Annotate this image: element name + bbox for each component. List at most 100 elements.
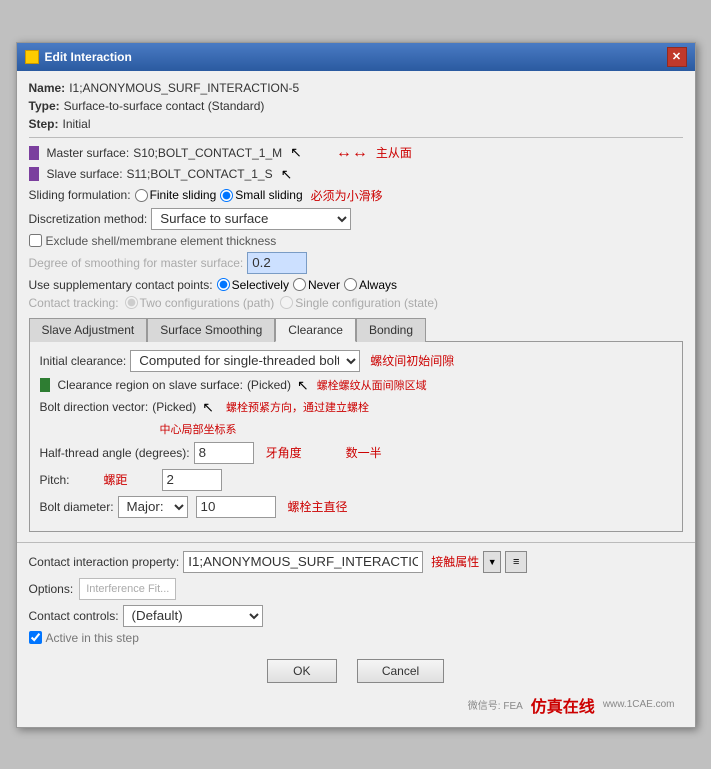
pitch-label: Pitch: — [40, 473, 70, 487]
always-option[interactable]: Always — [344, 278, 397, 292]
two-config-option: Two configurations (path) — [125, 296, 275, 310]
always-radio[interactable] — [344, 278, 357, 291]
never-option[interactable]: Never — [293, 278, 340, 292]
supplementary-label: Use supplementary contact points: — [29, 278, 213, 292]
bolt-direction-cursor[interactable]: ↖ — [202, 399, 214, 416]
active-step-checkbox[interactable] — [29, 631, 42, 644]
tabs-container: Slave Adjustment Surface Smoothing Clear… — [29, 318, 683, 342]
master-surface-label: Master surface: — [47, 146, 130, 160]
initial-clearance-annotation: 螺纹间初始间隙 — [370, 352, 454, 369]
supplementary-row: Use supplementary contact points: Select… — [29, 278, 683, 292]
exclude-checkbox[interactable] — [29, 234, 42, 247]
finite-sliding-label: Finite sliding — [150, 188, 217, 202]
two-config-label: Two configurations (path) — [140, 296, 275, 310]
never-label: Never — [308, 278, 340, 292]
clearance-region-label: Clearance region on slave surface: — [58, 378, 243, 392]
title-bar: Edit Interaction ✕ — [17, 43, 695, 71]
selectively-radio[interactable] — [217, 278, 230, 291]
name-label: Name: — [29, 81, 66, 95]
two-config-radio — [125, 296, 138, 309]
bolt-diameter-label: Bolt diameter: — [40, 500, 114, 514]
tab-surface-smoothing[interactable]: Surface Smoothing — [147, 318, 275, 342]
type-label: Type: — [29, 99, 60, 113]
master-surface-icon — [29, 146, 39, 160]
bolt-direction-label: Bolt direction vector: — [40, 400, 149, 414]
bottom-section: Contact interaction property: 接触属性 ▼ ≡ O… — [17, 542, 695, 727]
contact-property-label: Contact interaction property: — [29, 555, 180, 569]
tab-bonding[interactable]: Bonding — [356, 318, 426, 342]
half-thread-row: Half-thread angle (degrees): 牙角度 数一半 — [40, 442, 672, 464]
contact-property-edit[interactable]: ≡ — [505, 551, 527, 573]
ok-button[interactable]: OK — [267, 659, 337, 683]
smoothing-input[interactable] — [247, 252, 307, 274]
tracking-row: Contact tracking: Two configurations (pa… — [29, 296, 683, 310]
master-slave-arrow: ↔↔ — [336, 144, 368, 162]
slave-surface-icon — [29, 167, 39, 181]
smoothing-row: Degree of smoothing for master surface: — [29, 252, 683, 274]
brand-logo: 仿真在线 — [531, 693, 595, 717]
discretization-label: Discretization method: — [29, 212, 148, 226]
step-row: Step: Initial — [29, 117, 683, 131]
cancel-button[interactable]: Cancel — [357, 659, 444, 683]
slave-surface-label: Slave surface: — [47, 167, 123, 181]
contact-property-input[interactable] — [183, 551, 423, 573]
divider-1 — [29, 137, 683, 138]
close-button[interactable]: ✕ — [667, 47, 687, 67]
single-config-radio — [280, 296, 293, 309]
master-slave-annotation: 主从面 — [376, 144, 412, 161]
name-value: I1;ANONYMOUS_SURF_INTERACTION-5 — [69, 81, 299, 95]
site-text: www.1CAE.com — [603, 699, 675, 710]
clearance-region-icon — [40, 378, 50, 392]
bolt-diameter-type-select[interactable]: Major: — [118, 496, 188, 518]
watermark: 微信号: FEA 仿真在线 www.1CAE.com — [29, 691, 683, 719]
initial-clearance-row: Initial clearance: Computed for single-t… — [40, 350, 672, 372]
contact-controls-select[interactable]: (Default) — [123, 605, 263, 627]
master-cursor-icon[interactable]: ↖ — [290, 144, 302, 161]
single-config-label: Single configuration (state) — [295, 296, 438, 310]
finite-sliding-radio[interactable] — [135, 189, 148, 202]
single-config-option: Single configuration (state) — [280, 296, 438, 310]
slave-cursor-icon[interactable]: ↖ — [281, 166, 293, 183]
interference-fit-button[interactable]: Interference Fit... — [79, 578, 176, 600]
small-sliding-option[interactable]: Small sliding — [220, 188, 302, 202]
bolt-direction-value: (Picked) — [152, 400, 196, 414]
small-sliding-label: Small sliding — [235, 188, 302, 202]
window-icon — [25, 50, 39, 64]
selectively-option[interactable]: Selectively — [217, 278, 289, 292]
master-surface-value: S10;BOLT_CONTACT_1_M — [133, 146, 282, 160]
clearance-region-cursor[interactable]: ↖ — [297, 377, 309, 394]
pitch-input[interactable] — [162, 469, 222, 491]
contact-property-dropdown[interactable]: ▼ — [483, 551, 501, 573]
contact-controls-row: Contact controls: (Default) — [29, 605, 683, 627]
sliding-annotation: 必须为小滑移 — [311, 187, 383, 204]
window-title: Edit Interaction — [45, 50, 132, 64]
pitch-annotation: 螺距 — [104, 471, 128, 488]
contact-property-row: Contact interaction property: 接触属性 ▼ ≡ — [29, 551, 683, 573]
always-label: Always — [359, 278, 397, 292]
discretization-select[interactable]: Surface to surface Node to surface — [151, 208, 351, 230]
bolt-direction-annotation2: 中心局部坐标系 — [160, 421, 237, 437]
step-value: Initial — [63, 117, 91, 131]
options-label: Options: — [29, 582, 74, 596]
finite-sliding-option[interactable]: Finite sliding — [135, 188, 217, 202]
bolt-direction-row: Bolt direction vector: (Picked) ↖ 螺栓预紧方向… — [40, 399, 672, 416]
initial-clearance-select[interactable]: Computed for single-threaded bolt — [130, 350, 360, 372]
half-thread-input[interactable] — [194, 442, 254, 464]
clearance-tab-content: Initial clearance: Computed for single-t… — [29, 341, 683, 532]
active-step-label: Active in this step — [46, 631, 139, 645]
active-step-row: Active in this step — [29, 631, 683, 645]
clearance-region-value: (Picked) — [247, 378, 291, 392]
clearance-region-annotation: 螺栓螺纹从面间隙区域 — [317, 377, 427, 393]
tab-clearance[interactable]: Clearance — [275, 318, 356, 342]
sliding-row: Sliding formulation: Finite sliding Smal… — [29, 187, 683, 204]
bolt-direction-annotation-row: 中心局部坐标系 — [40, 421, 672, 437]
tab-slave-adjustment[interactable]: Slave Adjustment — [29, 318, 148, 342]
small-sliding-radio[interactable] — [220, 189, 233, 202]
type-row: Type: Surface-to-surface contact (Standa… — [29, 99, 683, 113]
contact-controls-label: Contact controls: — [29, 609, 119, 623]
exclude-label: Exclude shell/membrane element thickness — [46, 234, 277, 248]
pitch-row: Pitch: 螺距 — [40, 469, 672, 491]
never-radio[interactable] — [293, 278, 306, 291]
button-row: OK Cancel — [29, 649, 683, 691]
bolt-diameter-input[interactable] — [196, 496, 276, 518]
